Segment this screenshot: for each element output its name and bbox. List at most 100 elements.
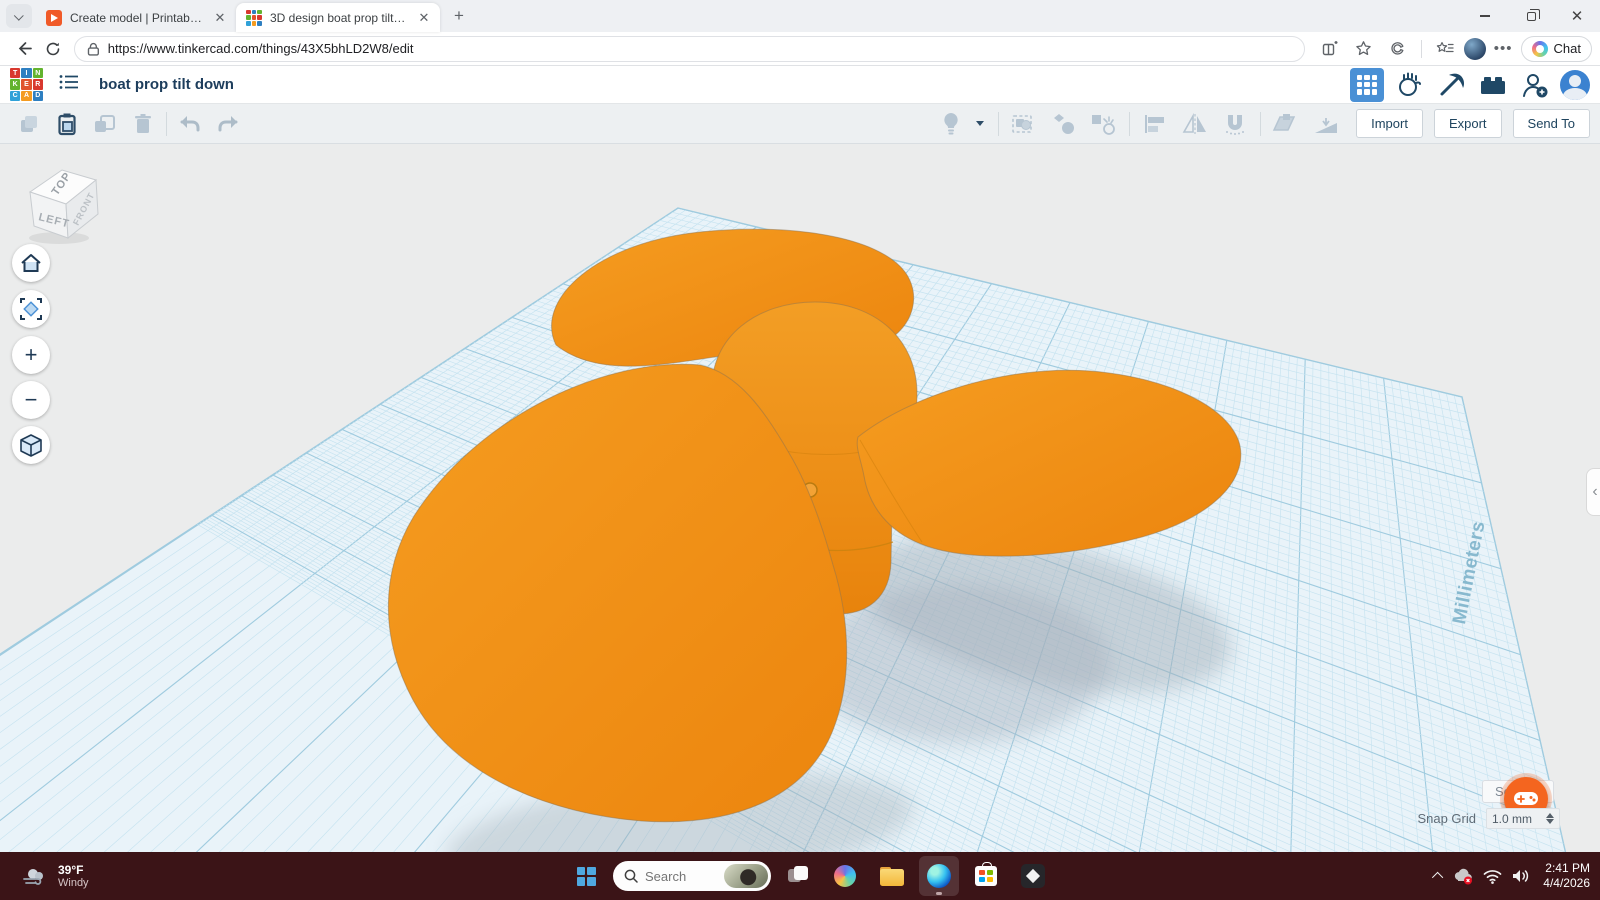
grid-icon [1357,74,1377,95]
logo-tile [246,20,251,26]
pinned-app-button[interactable] [1013,856,1053,896]
wifi-icon[interactable] [1483,869,1502,884]
workplane-button[interactable] [1267,107,1305,141]
sim-lab-button[interactable] [1392,68,1426,102]
onedrive-status-icon[interactable] [1452,867,1474,885]
restore-icon [1526,8,1540,21]
undo-button[interactable] [171,107,209,141]
tinkercad-logo[interactable]: TINKERCAD [10,68,43,101]
tab-tinkercad[interactable]: 3D design boat prop tilt down - Ti ✕ [236,3,440,32]
chat-label: Chat [1553,41,1581,56]
browser-tab-strip: Create model | Printables.com ✕ 3D desig… [0,0,1600,32]
tab-printables[interactable]: Create model | Printables.com ✕ [36,4,236,32]
tab-close-icon[interactable]: ✕ [416,10,432,26]
snap-grid-dropdown[interactable]: 1.0 mm [1486,808,1560,829]
design-title[interactable]: boat prop tilt down [99,76,234,93]
weather-widget[interactable]: 39°F Windy [14,852,97,900]
taskbar-search[interactable] [613,861,771,891]
speaker-icon[interactable] [1511,868,1530,884]
paste-icon [58,113,76,135]
edge-browser-button[interactable] [919,856,959,896]
paste-button[interactable] [48,107,86,141]
favorites-list-icon [1436,41,1454,52]
minimize-button[interactable] [1462,0,1508,32]
profile-avatar[interactable] [1463,37,1486,60]
menu-button[interactable] [59,74,79,95]
copilot-chat-button[interactable]: Chat [1520,35,1592,62]
extensions-button[interactable] [1383,35,1413,63]
propeller-model[interactable] [0,144,1600,852]
tab-close-icon[interactable]: ✕ [212,10,228,26]
star-icon [1356,41,1372,56]
ungroup-icon [1054,113,1075,134]
show-all-dropdown[interactable] [972,107,992,141]
divider [166,111,167,136]
zoom-out-button[interactable]: − [12,381,50,419]
split-screen-button[interactable] [1315,35,1345,63]
fit-view-button[interactable] [12,290,50,328]
new-tab-button[interactable]: + [446,3,472,29]
lock-icon [87,42,99,56]
redo-button[interactable] [209,107,247,141]
logo-tile: E [21,79,32,90]
close-button[interactable]: ✕ [1554,0,1600,32]
copy-button[interactable] [10,107,48,141]
invite-collaborator-button[interactable] [1518,68,1552,102]
ungroup-all-button[interactable] [1085,107,1123,141]
microsoft-store-button[interactable] [966,856,1006,896]
ruler-button[interactable] [1307,107,1345,141]
perspective-toggle-button[interactable] [12,426,50,464]
blocks-view-button[interactable] [1350,67,1384,102]
logo-tile [257,15,262,20]
restore-button[interactable] [1508,0,1554,32]
show-all-button[interactable] [932,107,970,141]
fit-view-icon [20,298,42,320]
header-actions [1350,67,1590,102]
hidden-icons-chevron[interactable] [1432,871,1444,884]
import-button[interactable]: Import [1356,109,1423,138]
url-input[interactable] [107,41,1292,56]
panel-collapse-handle[interactable]: ‹ [1586,468,1600,516]
clock[interactable]: 2:41 PM 4/4/2026 [1543,861,1590,891]
home-view-button[interactable] [12,244,50,282]
search-daily-image[interactable] [724,864,768,888]
start-button[interactable] [566,856,606,896]
send-to-button[interactable]: Send To [1512,109,1590,138]
flip-button[interactable] [1176,107,1214,141]
browser-menu-button[interactable]: ••• [1490,40,1517,57]
align-button[interactable] [1136,107,1174,141]
file-explorer-button[interactable] [872,856,912,896]
duplicate-button[interactable] [86,107,124,141]
folder-icon [880,866,904,886]
snap-button[interactable] [1216,107,1254,141]
group-icon [1012,114,1032,133]
logo-tile: D [32,90,43,101]
spinner-arrows-icon[interactable] [1546,813,1554,824]
mirror-icon [1182,112,1207,134]
address-bar[interactable] [74,35,1305,62]
favorite-this-page-button[interactable] [1349,35,1379,63]
task-view-button[interactable] [778,856,818,896]
ungroup-button[interactable] [1045,107,1083,141]
delete-button[interactable] [124,107,162,141]
split-screen-icon [1322,40,1338,55]
account-avatar[interactable] [1560,69,1590,100]
minecraft-export-button[interactable] [1434,68,1468,102]
editor-viewport[interactable]: Millimeters TOP LEFT FRONT + − ‹ Set [0,144,1600,852]
system-tray: 2:41 PM 4/4/2026 [1432,852,1590,900]
favorites-bar-button[interactable] [1430,35,1460,63]
refresh-button[interactable] [38,35,68,63]
minimize-icon [1480,15,1490,17]
search-input[interactable] [645,868,717,884]
group-button[interactable] [1005,107,1043,141]
bricks-view-button[interactable] [1476,68,1510,102]
zoom-in-button[interactable]: + [12,336,50,374]
redo-icon [218,115,238,131]
windy-icon [23,869,43,885]
tab-search-dropdown[interactable] [6,4,32,28]
export-button[interactable]: Export [1433,109,1502,138]
copilot-app-button[interactable] [825,856,865,896]
view-cube[interactable]: TOP LEFT FRONT [12,154,108,248]
back-button[interactable] [8,35,38,63]
windows-logo-icon [576,866,596,886]
